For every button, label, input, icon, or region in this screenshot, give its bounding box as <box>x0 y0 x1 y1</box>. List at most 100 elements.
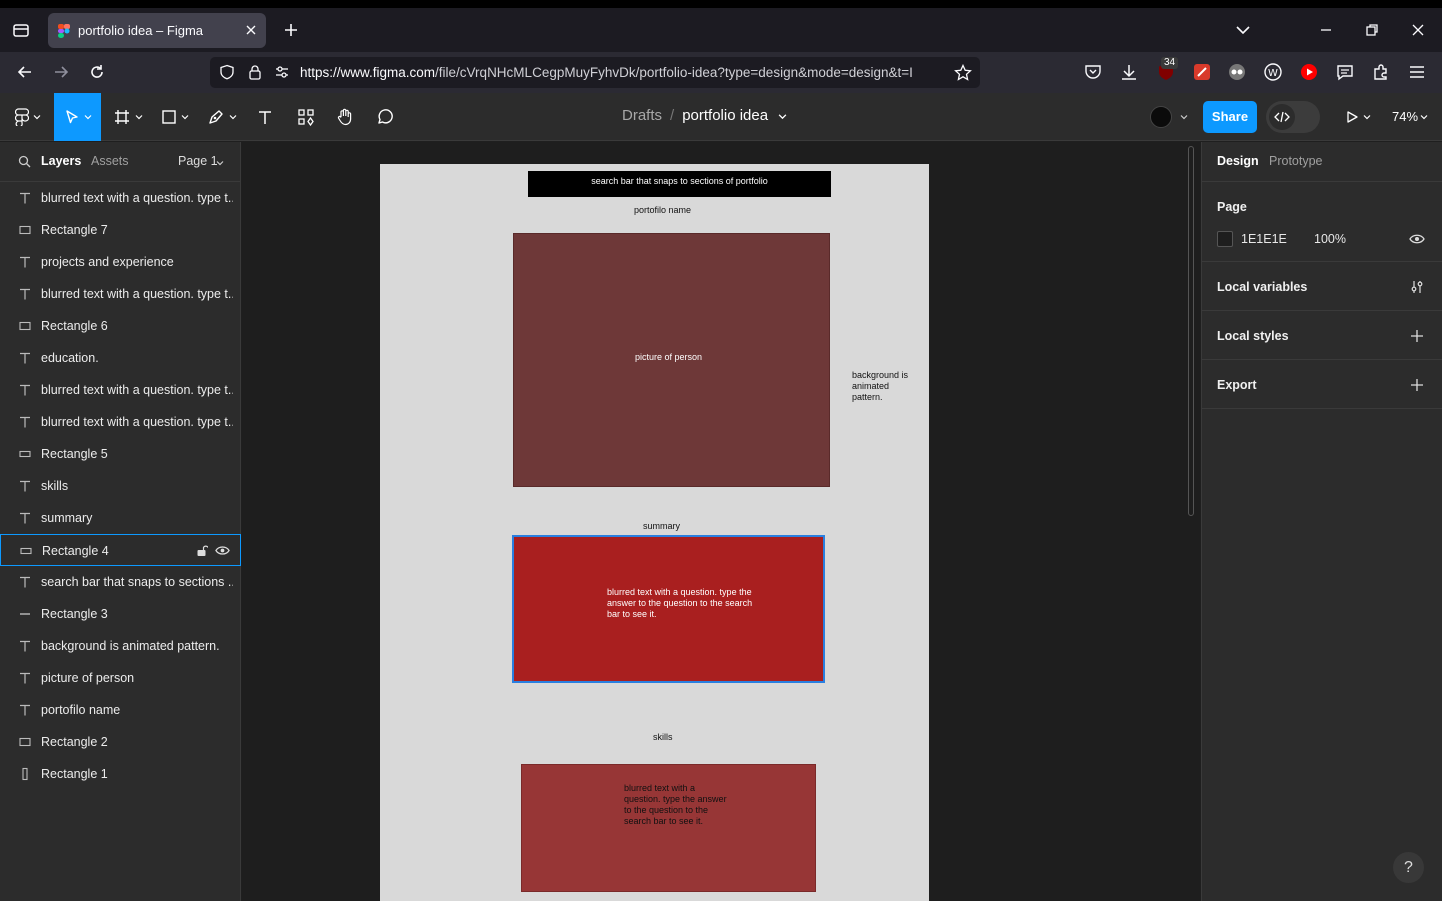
downloads-icon[interactable] <box>1119 62 1139 82</box>
tab-prototype[interactable]: Prototype <box>1269 154 1323 168</box>
new-tab-icon[interactable] <box>282 21 300 39</box>
hand-tool-button[interactable] <box>330 93 360 141</box>
file-menu-chevron-icon[interactable] <box>778 112 787 121</box>
layer-row[interactable]: Rectangle 2 <box>0 726 241 758</box>
close-window-icon[interactable] <box>1408 20 1428 40</box>
restore-icon[interactable] <box>1362 20 1382 40</box>
dev-mode-toggle[interactable] <box>1266 101 1320 133</box>
layer-row[interactable]: Rectangle 1 <box>0 758 241 790</box>
breadcrumb-drafts[interactable]: Drafts <box>622 107 662 124</box>
move-tool-button[interactable] <box>54 93 101 141</box>
canvas-picture-box[interactable]: picture of person <box>513 233 830 487</box>
highlighter-extension-icon[interactable] <box>1192 62 1212 82</box>
address-bar[interactable]: https://www.figma.com/file/cVrqNHcMLCegp… <box>210 57 980 88</box>
design-canvas[interactable]: search bar that snaps to sections of por… <box>242 142 1200 901</box>
layer-row-selected[interactable]: Rectangle 4 <box>0 534 241 566</box>
canvas-summary-box-text: blurred text with a question. type the a… <box>607 587 753 619</box>
text-tool-button[interactable] <box>250 93 280 141</box>
layer-row[interactable]: blurred text with a question. type t... <box>0 182 241 214</box>
hamburger-menu-icon[interactable] <box>1407 62 1427 82</box>
pocket-icon[interactable] <box>1083 62 1103 82</box>
forward-arrow-icon[interactable] <box>51 62 71 82</box>
tab-title: portfolio idea – Figma <box>78 23 204 38</box>
file-name[interactable]: portfolio idea <box>682 107 768 124</box>
permissions-icon[interactable] <box>274 64 290 80</box>
minimize-icon[interactable] <box>1316 20 1336 40</box>
zoom-chevron-down-icon[interactable] <box>1420 113 1428 121</box>
layer-row[interactable]: blurred text with a question. type t... <box>0 406 241 438</box>
layer-row[interactable]: portofilo name <box>0 694 241 726</box>
add-export-plus-icon[interactable] <box>1410 378 1424 392</box>
page-color-swatch[interactable] <box>1217 231 1233 247</box>
layer-row[interactable]: education. <box>0 342 241 374</box>
tracking-shield-icon[interactable] <box>219 64 235 80</box>
glasses-extension-icon[interactable] <box>1227 62 1247 82</box>
extensions-puzzle-icon[interactable] <box>1371 62 1391 82</box>
layer-name: Rectangle 2 <box>41 735 108 749</box>
resources-tool-button[interactable] <box>290 93 322 141</box>
present-button[interactable] <box>1340 93 1376 141</box>
layer-row[interactable]: picture of person <box>0 662 241 694</box>
local-variables-section[interactable]: Local variables <box>1202 262 1442 311</box>
close-tab-icon[interactable] <box>244 23 258 37</box>
comment-tool-button[interactable] <box>370 93 400 141</box>
visibility-eye-icon[interactable] <box>1409 233 1425 245</box>
pen-tool-button[interactable] <box>202 93 242 141</box>
bookmark-star-icon[interactable] <box>954 64 972 81</box>
layer-row[interactable]: Rectangle 6 <box>0 310 241 342</box>
youtube-extension-icon[interactable] <box>1299 62 1319 82</box>
layer-row[interactable]: search bar that snaps to sections ... <box>0 566 241 598</box>
layers-panel-header: Layers Assets Page 1 <box>0 142 241 182</box>
tab-layers[interactable]: Layers <box>41 154 81 168</box>
canvas-skills-box[interactable]: blurred text with a question. type the a… <box>521 764 816 892</box>
chat-extension-icon[interactable] <box>1335 62 1355 82</box>
canvas-portfolio-name[interactable]: portofilo name <box>634 205 691 215</box>
layer-row[interactable]: blurred text with a question. type t... <box>0 374 241 406</box>
shape-tool-button[interactable] <box>155 93 195 141</box>
share-button[interactable]: Share <box>1203 101 1257 133</box>
main-menu-button[interactable] <box>8 93 48 141</box>
layer-row[interactable]: Rectangle 7 <box>0 214 241 246</box>
page-selector[interactable]: Page 1 <box>178 154 218 168</box>
canvas-summary-box-selected[interactable]: blurred text with a question. type the a… <box>512 535 825 683</box>
tab-list-icon[interactable] <box>10 19 32 41</box>
lock-icon[interactable] <box>247 64 263 80</box>
layer-row[interactable]: projects and experience <box>0 246 241 278</box>
figma-toolbar: Drafts / portfolio idea Share 74% <box>0 93 1442 141</box>
page-opacity[interactable]: 100% <box>1314 232 1346 246</box>
tab-overflow-chevron-icon[interactable] <box>1233 20 1253 40</box>
layer-row[interactable]: blurred text with a question. type t... <box>0 278 241 310</box>
url-text[interactable]: https://www.figma.com/file/cVrqNHcMLCegp… <box>300 65 950 80</box>
layer-row[interactable]: Rectangle 5 <box>0 438 241 470</box>
user-avatar[interactable] <box>1150 106 1172 128</box>
layer-row[interactable]: skills <box>0 470 241 502</box>
wikipedia-extension-icon[interactable]: W <box>1263 62 1283 82</box>
avatar-chevron-down-icon[interactable] <box>1180 113 1188 121</box>
portfolio-frame[interactable]: search bar that snaps to sections of por… <box>380 164 929 901</box>
canvas-summary-heading[interactable]: summary <box>643 521 680 531</box>
tab-design[interactable]: Design <box>1217 154 1259 168</box>
tab-assets[interactable]: Assets <box>91 154 129 168</box>
page-chevron-down-icon[interactable] <box>216 159 224 167</box>
browser-tab-active[interactable]: portfolio idea – Figma <box>48 13 266 48</box>
back-arrow-icon[interactable] <box>15 62 35 82</box>
canvas-vertical-scrollbar[interactable] <box>1188 146 1194 516</box>
layer-row[interactable]: Rectangle 3 <box>0 598 241 630</box>
canvas-background-note[interactable]: background is animated pattern. <box>852 370 918 403</box>
canvas-search-bar-box[interactable]: search bar that snaps to sections of por… <box>528 171 831 197</box>
page-color-hex[interactable]: 1E1E1E <box>1241 232 1287 246</box>
search-icon[interactable] <box>18 155 31 168</box>
add-style-plus-icon[interactable] <box>1410 329 1424 343</box>
canvas-skills-heading[interactable]: skills <box>653 732 673 742</box>
frame-tool-button[interactable] <box>108 93 148 141</box>
unlock-icon[interactable] <box>196 544 208 557</box>
zoom-level[interactable]: 74% <box>1392 109 1418 124</box>
layer-row[interactable]: background is animated pattern. <box>0 630 241 662</box>
text-layer-icon <box>18 351 32 365</box>
reload-icon[interactable] <box>87 62 107 82</box>
layer-row[interactable]: summary <box>0 502 241 534</box>
layer-visibility-eye-icon[interactable] <box>215 544 230 557</box>
variables-sliders-icon[interactable] <box>1410 280 1424 294</box>
help-button[interactable]: ? <box>1393 852 1424 883</box>
export-title: Export <box>1217 378 1257 392</box>
